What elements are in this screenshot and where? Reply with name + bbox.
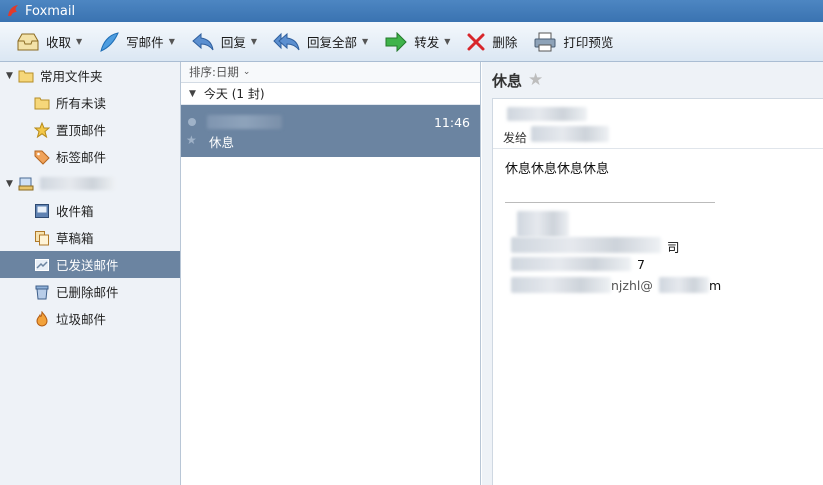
sender-redacted [207, 115, 282, 129]
reply-button[interactable]: 回复 ▼ [185, 27, 263, 57]
sidebar-item-tagged[interactable]: 标签邮件 [0, 143, 180, 170]
recipient-redacted [531, 126, 609, 142]
delete-x-icon [467, 33, 485, 50]
chevron-down-icon[interactable]: ▼ [444, 37, 450, 46]
folder-sidebar: ▼ 常用文件夹 所有未读 置顶邮件 标签邮件 ▼ 收件箱 草稿箱 已发送邮件 已… [0, 62, 181, 485]
reader-header: 休息 ★ [482, 62, 823, 98]
signature-redacted [511, 237, 661, 253]
reply-arrow-icon [192, 32, 214, 50]
trash-icon [35, 285, 49, 299]
compose-label: 写邮件 [126, 35, 164, 50]
tag-icon [34, 150, 50, 165]
forward-arrow-icon [385, 31, 407, 52]
inbox-icon [35, 203, 49, 218]
receive-button[interactable]: 收取 ▼ [10, 27, 88, 57]
chevron-down-icon[interactable]: ▼ [251, 37, 257, 46]
signature-line-4-end: m [709, 278, 722, 293]
sidebar-item-label: 所有未读 [56, 96, 107, 111]
expand-triangle-icon[interactable]: ▼ [6, 71, 18, 81]
signature-line-4-tail: njzhl@ [611, 278, 653, 293]
reading-pane: 休息 ★ 发给 休息休息休息休息 司 7 njzhl@ m [482, 62, 823, 485]
sidebar-item-deleted[interactable]: 已删除邮件 [0, 278, 180, 305]
chevron-down-icon[interactable]: ▼ [362, 37, 368, 46]
title-bar: Foxmail [0, 0, 823, 22]
signature-block: 司 7 njzhl@ m [511, 211, 731, 301]
date-group-header[interactable]: ▼ 今天 (1 封) [181, 83, 480, 105]
foxmail-logo-icon [8, 5, 18, 16]
reader-subject: 休息 [492, 71, 523, 90]
app-title: Foxmail [25, 3, 76, 19]
sidebar-item-all-unread[interactable]: 所有未读 [0, 89, 180, 116]
account-mailbox-icon [18, 177, 34, 190]
spam-flame-icon [36, 310, 48, 327]
receive-label: 收取 [46, 35, 72, 50]
chevron-down-icon[interactable]: ▼ [76, 37, 82, 46]
sidebar-item-label: 已删除邮件 [56, 285, 119, 300]
printer-icon [534, 32, 556, 51]
account-name-redacted [40, 177, 115, 190]
signature-line-2-tail: 司 [667, 240, 680, 255]
sidebar-item-label: 收件箱 [56, 204, 94, 219]
message-subject: 休息 [209, 135, 235, 150]
delete-button[interactable]: 删除 [460, 27, 523, 57]
reply-all-button[interactable]: 回复全部 ▼ [267, 27, 374, 57]
reply-all-arrow-icon [273, 32, 300, 50]
reply-all-label: 回复全部 [307, 35, 358, 50]
read-status-dot-icon[interactable] [188, 118, 196, 126]
reply-label: 回复 [220, 35, 246, 50]
sidebar-item-label: 标签邮件 [56, 150, 107, 165]
inbox-tray-icon [17, 33, 39, 50]
drafts-icon [35, 230, 49, 245]
chevron-down-icon: ⌄ [242, 67, 251, 77]
signature-redacted [511, 277, 611, 293]
compose-button[interactable]: 写邮件 ▼ [92, 27, 181, 57]
common-folders-group[interactable]: ▼ 常用文件夹 [0, 62, 180, 89]
sidebar-item-pinned[interactable]: 置顶邮件 [0, 116, 180, 143]
signature-redacted [511, 257, 631, 271]
signature-line-3-tail: 7 [637, 257, 645, 272]
chevron-down-icon[interactable]: ▼ [169, 37, 175, 46]
sort-dropdown[interactable]: 排序:日期 ⌄ [181, 62, 480, 83]
collapse-triangle-icon[interactable]: ▼ [189, 89, 196, 99]
star-icon[interactable]: ★ [186, 133, 197, 147]
sort-label: 排序:日期 [189, 65, 239, 79]
date-group-label: 今天 (1 封) [203, 87, 265, 101]
expand-triangle-icon[interactable]: ▼ [6, 179, 18, 189]
header-divider [493, 148, 823, 149]
signature-divider [505, 202, 715, 203]
star-icon[interactable]: ★ [528, 70, 543, 90]
to-label: 发给 [503, 131, 528, 145]
delete-label: 删除 [492, 35, 518, 50]
forward-label: 转发 [414, 35, 440, 50]
print-preview-button[interactable]: 打印预览 [527, 27, 619, 57]
toolbar: 收取 ▼ 写邮件 ▼ 回复 ▼ 回复全部 ▼ 转发 ▼ 删除 打印预览 [0, 22, 823, 62]
sidebar-item-label: 置顶邮件 [56, 123, 107, 138]
message-time: 11:46 [433, 115, 470, 130]
folder-icon [34, 97, 50, 109]
sidebar-item-spam[interactable]: 垃圾邮件 [0, 305, 180, 332]
star-icon [34, 121, 50, 138]
sender-redacted [507, 107, 587, 121]
sidebar-item-sent[interactable]: 已发送邮件 [0, 251, 180, 278]
sidebar-item-label: 草稿箱 [56, 231, 94, 246]
account-group[interactable]: ▼ [0, 170, 180, 197]
forward-button[interactable]: 转发 ▼ [378, 27, 456, 57]
sidebar-item-label: 垃圾邮件 [56, 312, 107, 327]
message-list: 排序:日期 ⌄ ▼ 今天 (1 封) 11:46 ★ 休息 [181, 62, 481, 485]
sidebar-item-drafts[interactable]: 草稿箱 [0, 224, 180, 251]
message-text: 休息休息休息休息 [505, 162, 610, 177]
message-row[interactable]: 11:46 ★ 休息 [181, 105, 480, 157]
common-folders-label: 常用文件夹 [40, 69, 103, 84]
signature-redacted [659, 277, 709, 293]
signature-redacted [517, 211, 569, 237]
feather-pen-icon [100, 31, 120, 52]
print-preview-label: 打印预览 [563, 35, 614, 50]
sidebar-item-inbox[interactable]: 收件箱 [0, 197, 180, 224]
sidebar-item-label: 已发送邮件 [56, 258, 119, 273]
folder-icon [18, 70, 34, 82]
message-body: 发给 休息休息休息休息 司 7 njzhl@ m [492, 98, 823, 485]
sent-icon [35, 258, 49, 271]
